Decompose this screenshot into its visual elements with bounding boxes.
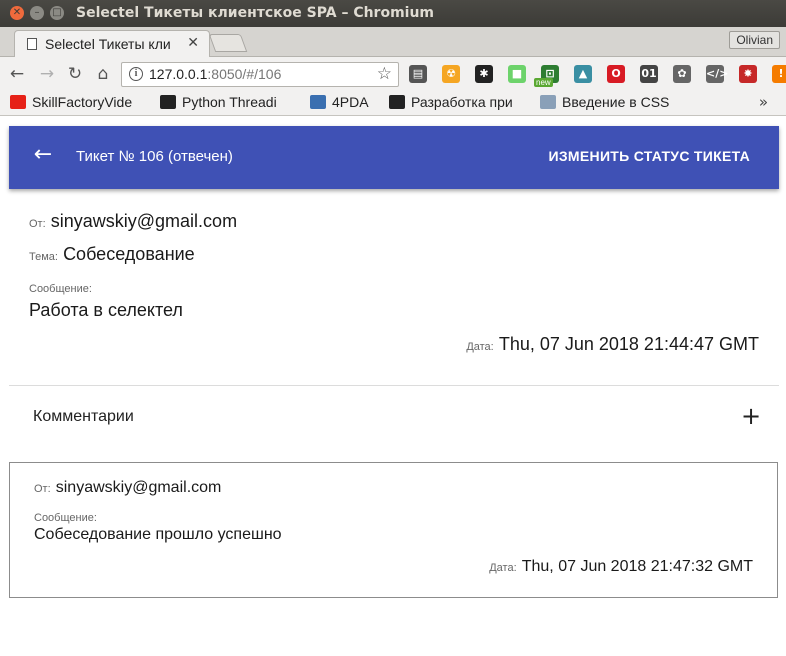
code-icon[interactable]: </> [706,65,728,83]
profile-button[interactable]: Olivian [729,31,780,49]
radiation-icon[interactable]: ☢ [442,65,460,83]
bookmark-item[interactable]: Введение в CSS [540,94,680,114]
comment-from-label: От: [34,483,51,495]
reload-icon[interactable]: ↻ [64,63,86,85]
home-icon[interactable]: ⌂ [92,63,114,85]
gear-icon[interactable]: ✿ [673,65,691,83]
window-title: Selectel Тикеты клиентское SPA – Chromiu… [76,5,435,21]
address-bar[interactable]: i 127.0.0.1:8050/#/106 ☆ [121,62,399,87]
comments-title: Комментарии [33,408,134,425]
bug-icon[interactable]: ✸ [739,65,757,83]
page-title: Тикет № 106 (отвечен) [76,148,233,165]
bookmark-item[interactable]: Python Threadi [160,94,300,114]
tab-strip: Selectel Тикеты кли ✕ Olivian [0,27,786,57]
youtube-icon [10,95,26,109]
page-icon [27,38,37,50]
date-label: Дата: [466,341,494,353]
add-comment-icon[interactable]: + [741,404,761,428]
from-label: От: [29,218,46,230]
ticket-date: Дата: Thu, 07 Jun 2018 21:44:47 GMT [466,334,759,355]
forward-icon[interactable]: → [36,63,58,85]
date-value: Thu, 07 Jun 2018 21:44:47 GMT [498,334,759,354]
back-icon[interactable]: ← [6,63,28,85]
back-arrow-icon[interactable]: ← [31,143,55,167]
comment-from-value: sinyawskiy@gmail.com [55,479,222,496]
bookmark-label: Python Threadi [182,94,277,110]
extension-new-badge: new [534,78,553,87]
opera-icon[interactable]: O [607,65,625,83]
url-host: 127.0.0.1 [149,66,208,82]
bookmark-label: Введение в CSS [562,94,670,110]
tab-title: Selectel Тикеты кли [45,36,171,52]
bookmarks-bar: SkillFactoryVide Python Threadi 4PDA Разраб… [0,91,786,116]
green-square-icon[interactable]: ■ [508,65,526,83]
window-titlebar: ✕ – □ Selectel Тикеты клиентское SPA – C… [0,0,786,27]
app-bar: ← Тикет № 106 (отвечен) ИЗМЕНИТЬ СТАТУС … [9,126,779,189]
binary-icon[interactable]: 01 [640,65,658,83]
bookmarks-overflow-icon[interactable]: » [759,93,768,111]
ticket-from: От: sinyawskiy@gmail.com [29,211,237,232]
radio-icon[interactable]: ▤ [409,65,427,83]
bookmark-item[interactable]: 4PDA [310,94,380,114]
subject-label: Тема: [29,251,58,263]
bars-icon [160,95,176,109]
change-status-button[interactable]: ИЗМЕНИТЬ СТАТУС ТИКЕТА [549,148,751,164]
from-value: sinyawskiy@gmail.com [50,211,238,231]
alert-icon[interactable]: ! [772,65,786,83]
frame-icon [389,95,405,109]
divider [9,385,779,386]
bookmark-star-icon[interactable]: ☆ [377,64,392,84]
subject-value: Собеседование [63,244,195,264]
bookmark-item[interactable]: SkillFactoryVide [10,94,150,114]
paw-icon[interactable]: ✱ [475,65,493,83]
comment-message-label: Сообщение: [34,512,97,524]
comment-date-value: Thu, 07 Jun 2018 21:47:32 GMT [521,558,753,575]
url-path: :8050/#/106 [207,66,282,82]
comment-date: Дата: Thu, 07 Jun 2018 21:47:32 GMT [489,556,753,576]
bookmark-label: 4PDA [332,94,369,110]
message-label: Сообщение: [29,283,92,295]
window-maximize-button[interactable]: □ [50,6,64,20]
alpine-icon[interactable]: ▲ [574,65,592,83]
browser-tab[interactable]: Selectel Тикеты кли ✕ [14,30,210,57]
tab-close-icon[interactable]: ✕ [187,35,199,51]
comment-card: От: sinyawskiy@gmail.com Сообщение: Собе… [9,462,778,598]
bookmark-item[interactable]: Разработка при [389,94,529,114]
ticket-subject: Тема: Собеседование [29,244,195,265]
bookmark-label: Разработка при [411,94,513,110]
4pda-icon [310,95,326,109]
new-tab-button[interactable] [208,34,248,52]
comment-date-label: Дата: [489,562,517,574]
bookmark-label: SkillFactoryVide [32,94,133,110]
comment-from: От: sinyawskiy@gmail.com [34,477,221,497]
comment-message-value: Собеседование прошло успешно [34,526,282,543]
h-icon [540,95,556,109]
window-minimize-button[interactable]: – [30,6,44,20]
message-value: Работа в селектел [29,300,183,320]
info-icon[interactable]: i [129,67,143,81]
window-close-button[interactable]: ✕ [10,6,24,20]
browser-toolbar: ← → ↻ ⌂ i 127.0.0.1:8050/#/106 ☆ ▤ ☢ ✱ ■ ⊡ ▲ O… [0,57,786,91]
url-text[interactable]: 127.0.0.1:8050/#/106 [149,66,281,82]
